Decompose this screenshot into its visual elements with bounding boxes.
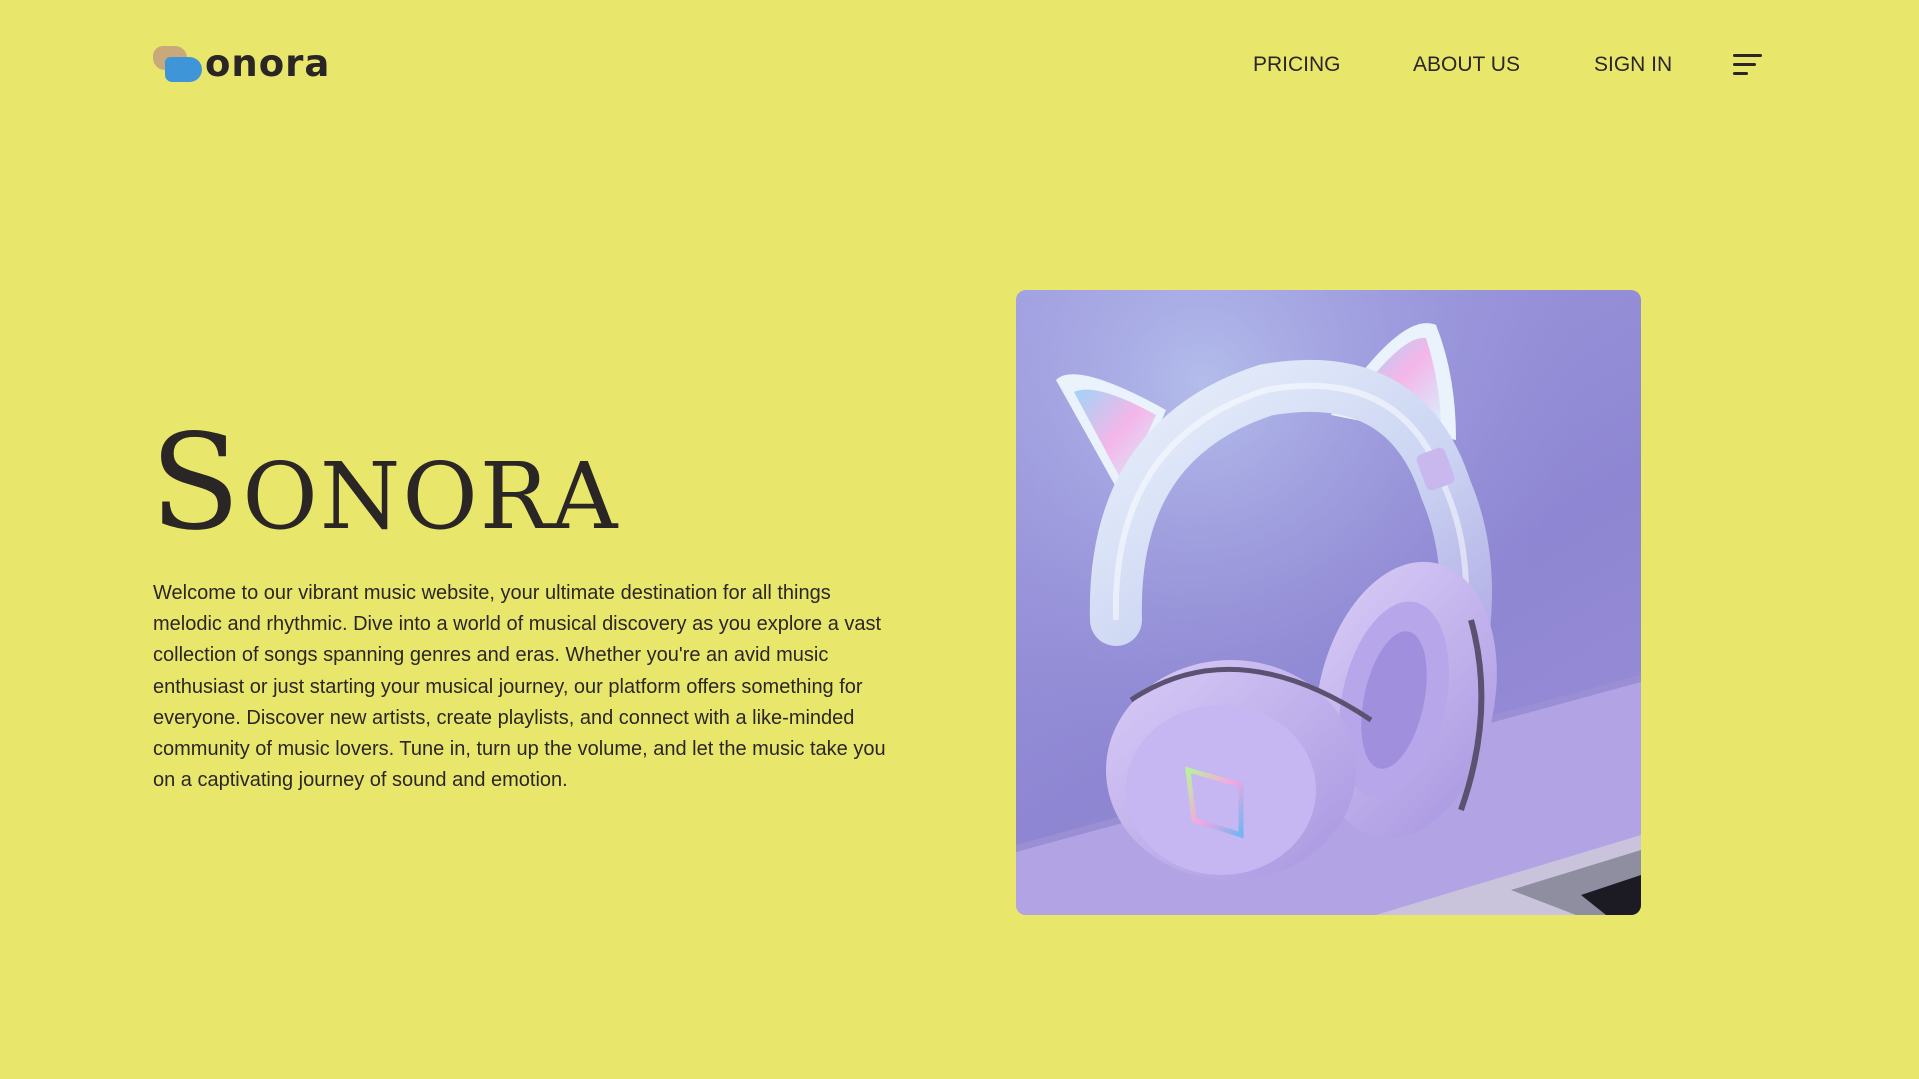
headphones-image (1016, 290, 1641, 915)
nav-link-pricing[interactable]: PRICING (1253, 50, 1341, 80)
logo-mark-icon (153, 44, 203, 84)
nav-link-sign-in[interactable]: SIGN IN (1594, 50, 1672, 80)
hero-description: Welcome to our vibrant music website, yo… (153, 582, 886, 792)
hero-title: Sonora (150, 406, 620, 560)
logo-text: onora (205, 42, 331, 85)
hamburger-menu-icon[interactable] (1733, 53, 1763, 77)
logo[interactable]: onora (153, 44, 330, 84)
nav-link-about-us[interactable]: ABOUT US (1413, 50, 1520, 80)
landing-page: onora PRICING ABOUT US SIGN IN Sonora We… (0, 0, 1919, 1079)
